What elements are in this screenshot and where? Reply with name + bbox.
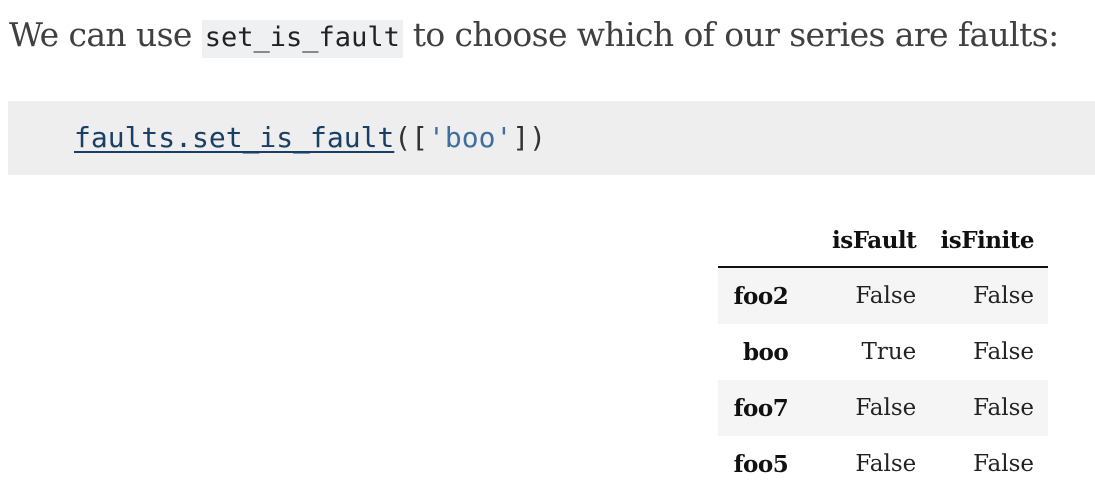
intro-text-before: We can use	[9, 15, 202, 54]
row-index: foo5	[733, 450, 789, 478]
cell-isfinite: False	[973, 451, 1034, 477]
cell-isfinite: False	[973, 339, 1034, 365]
row-index: foo2	[733, 282, 789, 310]
cell-isfault: False	[855, 451, 917, 477]
table-body: foo2 False False boo True False foo7 Fal…	[718, 267, 1048, 492]
intro-paragraph: We can use set_is_fault to choose which …	[9, 12, 1059, 61]
cell-isfault: False	[855, 283, 917, 309]
cell-isfinite: False	[973, 395, 1034, 421]
cell-isfinite: False	[973, 283, 1034, 309]
cell-isfault: True	[861, 339, 917, 365]
code-cell: faults.set_is_fault(['boo'])	[8, 101, 1095, 175]
header-row: isFault isFinite	[718, 214, 1048, 268]
code-close-bracket: ])	[512, 121, 547, 154]
row-index: foo7	[733, 394, 789, 422]
row-index: boo	[742, 338, 789, 366]
inline-code-set-is-fault: set_is_fault	[201, 20, 403, 58]
table-row: foo2 False False	[718, 267, 1048, 324]
output-table-container: isFault isFinite foo2 False False boo Tr…	[718, 214, 1048, 492]
code-open-bracket: ([	[394, 121, 429, 154]
table-header: isFault isFinite	[718, 214, 1048, 268]
column-header-isfinite: isFinite	[930, 214, 1048, 268]
function-link[interactable]: faults.set_is_fault	[74, 121, 394, 154]
intro-text-after: to choose which of our series are faults…	[402, 15, 1060, 54]
table-row: foo5 False False	[718, 436, 1048, 492]
table-row: foo7 False False	[718, 380, 1048, 436]
table-row: boo True False	[718, 324, 1048, 380]
code-string-arg: 'boo'	[428, 121, 513, 154]
column-header-isfault: isFault	[816, 214, 931, 268]
faults-table: isFault isFinite foo2 False False boo Tr…	[718, 214, 1048, 492]
index-header	[718, 214, 817, 268]
code-line: faults.set_is_fault(['boo'])	[74, 118, 546, 158]
cell-isfault: False	[855, 395, 917, 421]
